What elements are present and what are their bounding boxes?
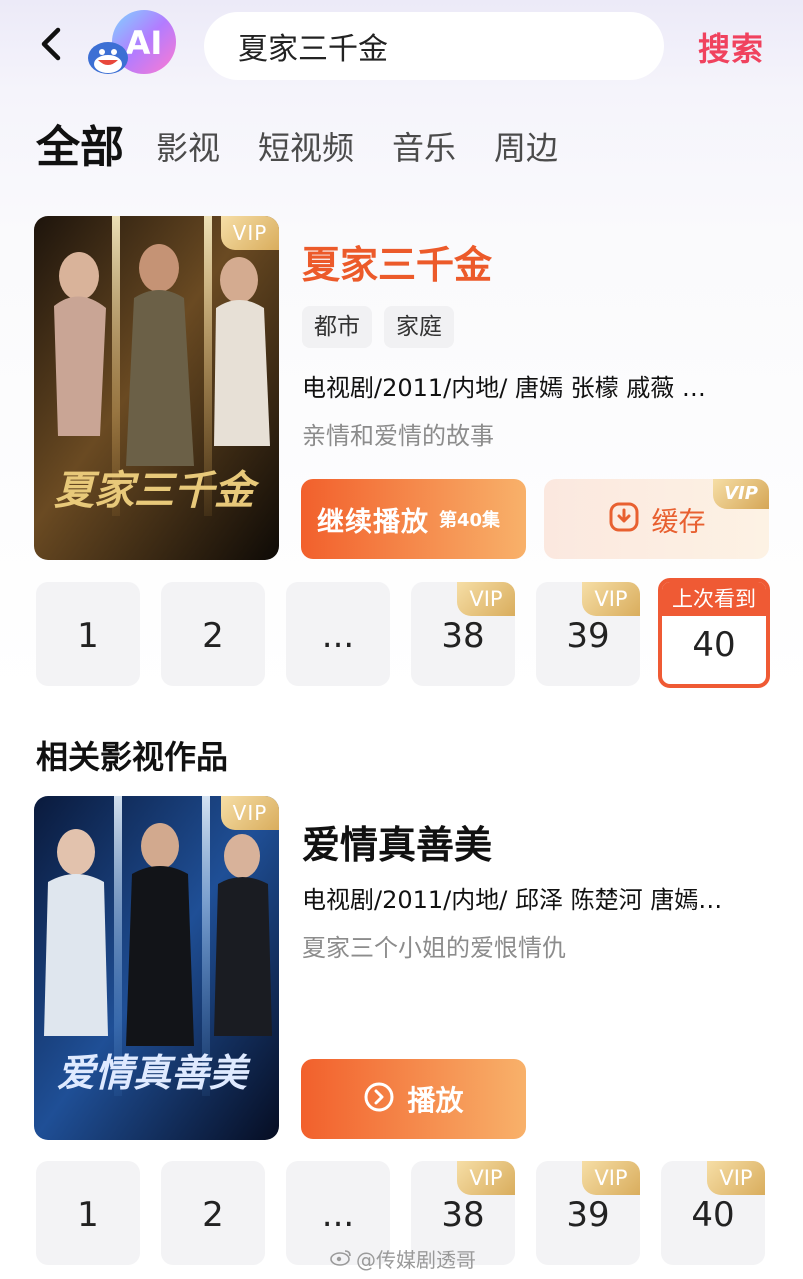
episode-vip-badge: VIP [707, 1161, 765, 1195]
top-bar: AI 搜索 [0, 0, 803, 96]
episode-item-last-watched[interactable]: 上次看到 40 [658, 578, 770, 688]
episode-item[interactable]: 1 [36, 1161, 140, 1265]
episode-number: 2 [202, 1195, 224, 1235]
result-description: 亲情和爱情的故事 [302, 422, 494, 450]
tab-all[interactable]: 全部 [36, 118, 124, 178]
continue-episode-label: 第40集 [439, 510, 501, 531]
vip-badge: VIP [221, 796, 279, 830]
result-title[interactable]: 夏家三千金 [302, 234, 492, 289]
poster-related-title: 爱情真善美 [57, 1050, 251, 1095]
continue-play-label: 继续播放 [317, 506, 429, 538]
related-description: 夏家三个小姐的爱恨情仇 [302, 934, 566, 962]
last-watched-label: 上次看到 [662, 582, 766, 616]
back-arrow-icon[interactable] [34, 24, 70, 64]
episode-item[interactable]: 39 VIP [536, 1161, 640, 1265]
category-tabs: 全部 影视 短视频 音乐 周边 [36, 118, 596, 178]
poster-main[interactable]: 夏家三千金 VIP [34, 216, 279, 560]
episode-number: 39 [566, 616, 610, 656]
episode-number: 40 [691, 1195, 735, 1235]
ai-logo-text: AI [126, 24, 163, 62]
episode-number: 1 [77, 1195, 99, 1235]
search-box[interactable] [204, 12, 664, 80]
episode-number: 38 [441, 1195, 485, 1235]
tab-film-tv[interactable]: 影视 [156, 118, 220, 178]
result-meta: 电视剧/2011/内地/ 唐嫣 张檬 戚薇 … [302, 374, 706, 402]
related-meta: 电视剧/2011/内地/ 邱泽 陈楚河 唐嫣… [302, 886, 723, 914]
cache-label: 缓存 [651, 506, 706, 538]
related-section-title: 相关影视作品 [36, 738, 229, 776]
related-title[interactable]: 爱情真善美 [302, 814, 492, 869]
episode-number: ... [321, 1195, 355, 1235]
episode-vip-badge: VIP [457, 1161, 515, 1195]
search-input[interactable] [238, 12, 638, 80]
cache-vip-badge: VIP [713, 479, 769, 509]
watermark: @传媒剧透哥 [330, 1244, 476, 1273]
episode-number: 40 [692, 625, 736, 665]
episode-item[interactable]: 38 VIP [411, 582, 515, 686]
episode-item[interactable]: 39 VIP [536, 582, 640, 686]
poster-main-title: 夏家三千金 [54, 467, 260, 514]
tab-merch[interactable]: 周边 [494, 118, 558, 178]
episode-item[interactable]: 2 [161, 582, 265, 686]
episode-number: 2 [202, 616, 224, 656]
tag-item[interactable]: 都市 [302, 306, 372, 348]
episode-vip-badge: VIP [582, 1161, 640, 1195]
episode-vip-badge: VIP [582, 582, 640, 616]
episode-vip-badge: VIP [457, 582, 515, 616]
weibo-icon [330, 1247, 352, 1271]
poster-related[interactable]: 爱情真善美 VIP [34, 796, 279, 1140]
play-label: 播放 [407, 1084, 464, 1117]
episode-number: ... [321, 616, 355, 656]
search-button[interactable]: 搜索 [698, 24, 764, 70]
watermark-text: @传媒剧透哥 [356, 1248, 476, 1272]
cache-button[interactable]: 缓存 VIP [544, 479, 769, 559]
vip-badge: VIP [221, 216, 279, 250]
tab-music[interactable]: 音乐 [392, 118, 456, 178]
episode-number: 1 [77, 616, 99, 656]
episode-number: 39 [566, 1195, 610, 1235]
ai-logo[interactable]: AI [86, 6, 178, 84]
tag-item[interactable]: 家庭 [384, 306, 454, 348]
episode-item[interactable]: 2 [161, 1161, 265, 1265]
download-icon [608, 501, 640, 537]
episode-item[interactable]: ... [286, 582, 390, 686]
play-button[interactable]: 播放 [301, 1059, 526, 1139]
episode-item[interactable]: 1 [36, 582, 140, 686]
play-circle-icon [363, 1081, 395, 1117]
continue-play-button[interactable]: 继续播放 第40集 [301, 479, 526, 559]
episode-item[interactable]: 40 VIP [661, 1161, 765, 1265]
episode-number: 38 [441, 616, 485, 656]
tag-list: 都市 家庭 [302, 306, 466, 348]
tab-short-video[interactable]: 短视频 [258, 118, 354, 178]
